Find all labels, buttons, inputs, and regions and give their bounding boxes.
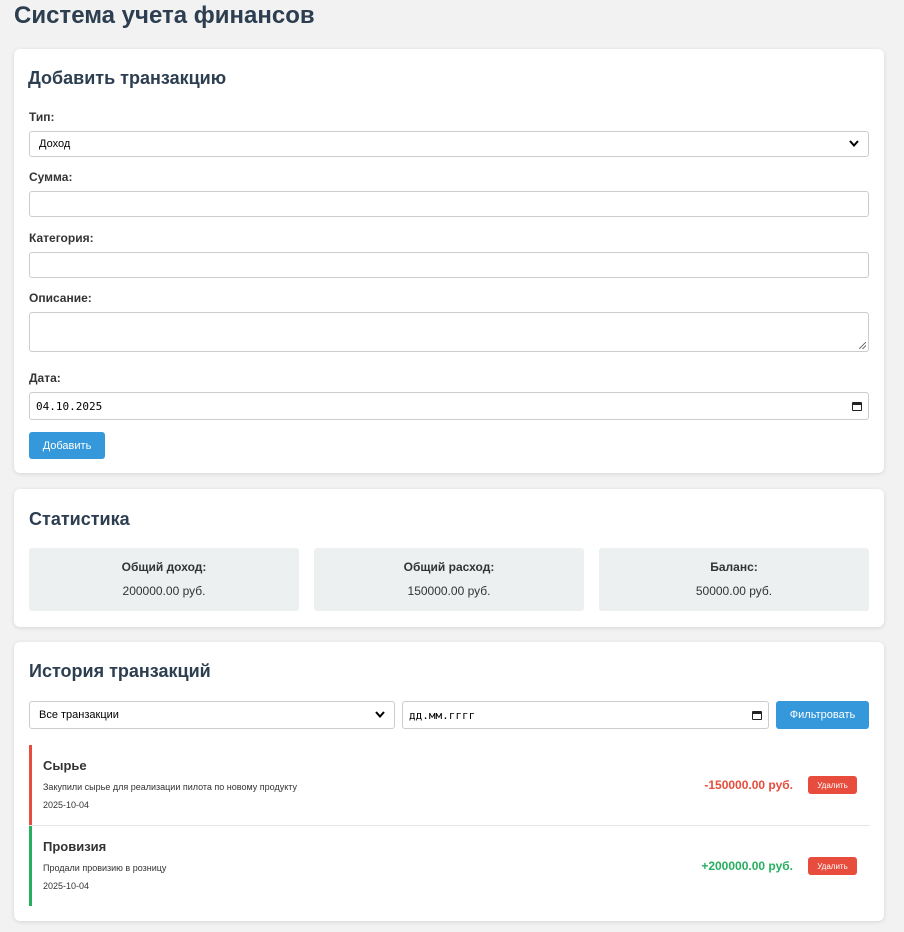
filter-date-placeholder: дд.мм.гггг xyxy=(409,708,476,722)
history-heading: История транзакций xyxy=(29,661,211,681)
resize-grip-icon[interactable] xyxy=(859,342,866,349)
transaction-description: Продали провизию в розницу xyxy=(43,863,167,873)
chevron-down-icon xyxy=(849,139,859,150)
category-label: Категория: xyxy=(29,231,94,245)
transaction-item: Сырье Закупили сырье для реализации пило… xyxy=(29,745,870,825)
transaction-item: Провизия Продали провизию в розницу 2025… xyxy=(29,826,870,906)
calendar-icon[interactable] xyxy=(852,401,862,411)
stat-value: 150000.00 руб. xyxy=(407,584,491,598)
stat-label: Общий расход: xyxy=(403,560,495,574)
add-button[interactable]: Добавить xyxy=(29,432,105,459)
stat-label: Общий доход: xyxy=(121,560,207,574)
delete-button[interactable]: Удалить xyxy=(808,776,857,794)
filter-type-select[interactable]: Все транзакции xyxy=(29,701,395,729)
date-label: Дата: xyxy=(29,371,61,385)
transaction-amount: +200000.00 руб. xyxy=(701,859,793,873)
history-card: История транзакций Все транзакции дд.мм.… xyxy=(14,642,884,921)
add-transaction-heading: Добавить транзакцию xyxy=(28,68,227,88)
stat-value: 50000.00 руб. xyxy=(695,584,773,598)
transaction-amount: -150000.00 руб. xyxy=(704,778,793,792)
category-input[interactable] xyxy=(29,252,869,278)
statistics-card: Статистика Общий доход: 200000.00 руб. О… xyxy=(14,489,884,627)
description-label: Описание: xyxy=(29,291,92,305)
amount-input[interactable] xyxy=(29,191,869,217)
transaction-title: Провизия xyxy=(43,839,107,854)
chevron-down-icon xyxy=(375,710,385,721)
calendar-icon[interactable] xyxy=(752,710,762,720)
type-label: Тип: xyxy=(29,110,55,124)
filter-type-value: Все транзакции xyxy=(39,709,119,721)
statistics-heading: Статистика xyxy=(29,509,130,529)
add-transaction-card: Добавить транзакцию Тип: Доход Сумма: Ка… xyxy=(14,49,884,473)
expense-indicator-bar xyxy=(29,745,32,825)
date-input[interactable]: 04.10.2025 xyxy=(29,392,869,420)
description-textarea[interactable] xyxy=(29,312,869,352)
transaction-date: 2025-10-04 xyxy=(43,800,90,810)
type-select-value: Доход xyxy=(39,138,71,150)
filter-date-input[interactable]: дд.мм.гггг xyxy=(402,701,769,729)
stat-total-income: Общий доход: 200000.00 руб. xyxy=(29,548,299,611)
amount-label: Сумма: xyxy=(29,170,73,184)
stat-value: 200000.00 руб. xyxy=(122,584,206,598)
date-input-value: 04.10.2025 xyxy=(36,399,103,413)
stat-label: Баланс: xyxy=(710,560,758,574)
stat-total-expense: Общий расход: 150000.00 руб. xyxy=(314,548,584,611)
transaction-description: Закупили сырье для реализации пилота по … xyxy=(43,782,297,792)
type-select[interactable]: Доход xyxy=(29,131,869,157)
transaction-title: Сырье xyxy=(43,758,87,773)
stat-balance: Баланс: 50000.00 руб. xyxy=(599,548,869,611)
filter-button[interactable]: Фильтровать xyxy=(776,701,869,729)
transaction-date: 2025-10-04 xyxy=(43,881,90,891)
delete-button[interactable]: Удалить xyxy=(808,857,857,875)
page-title: Система учета финансов xyxy=(14,2,315,29)
income-indicator-bar xyxy=(29,826,32,906)
